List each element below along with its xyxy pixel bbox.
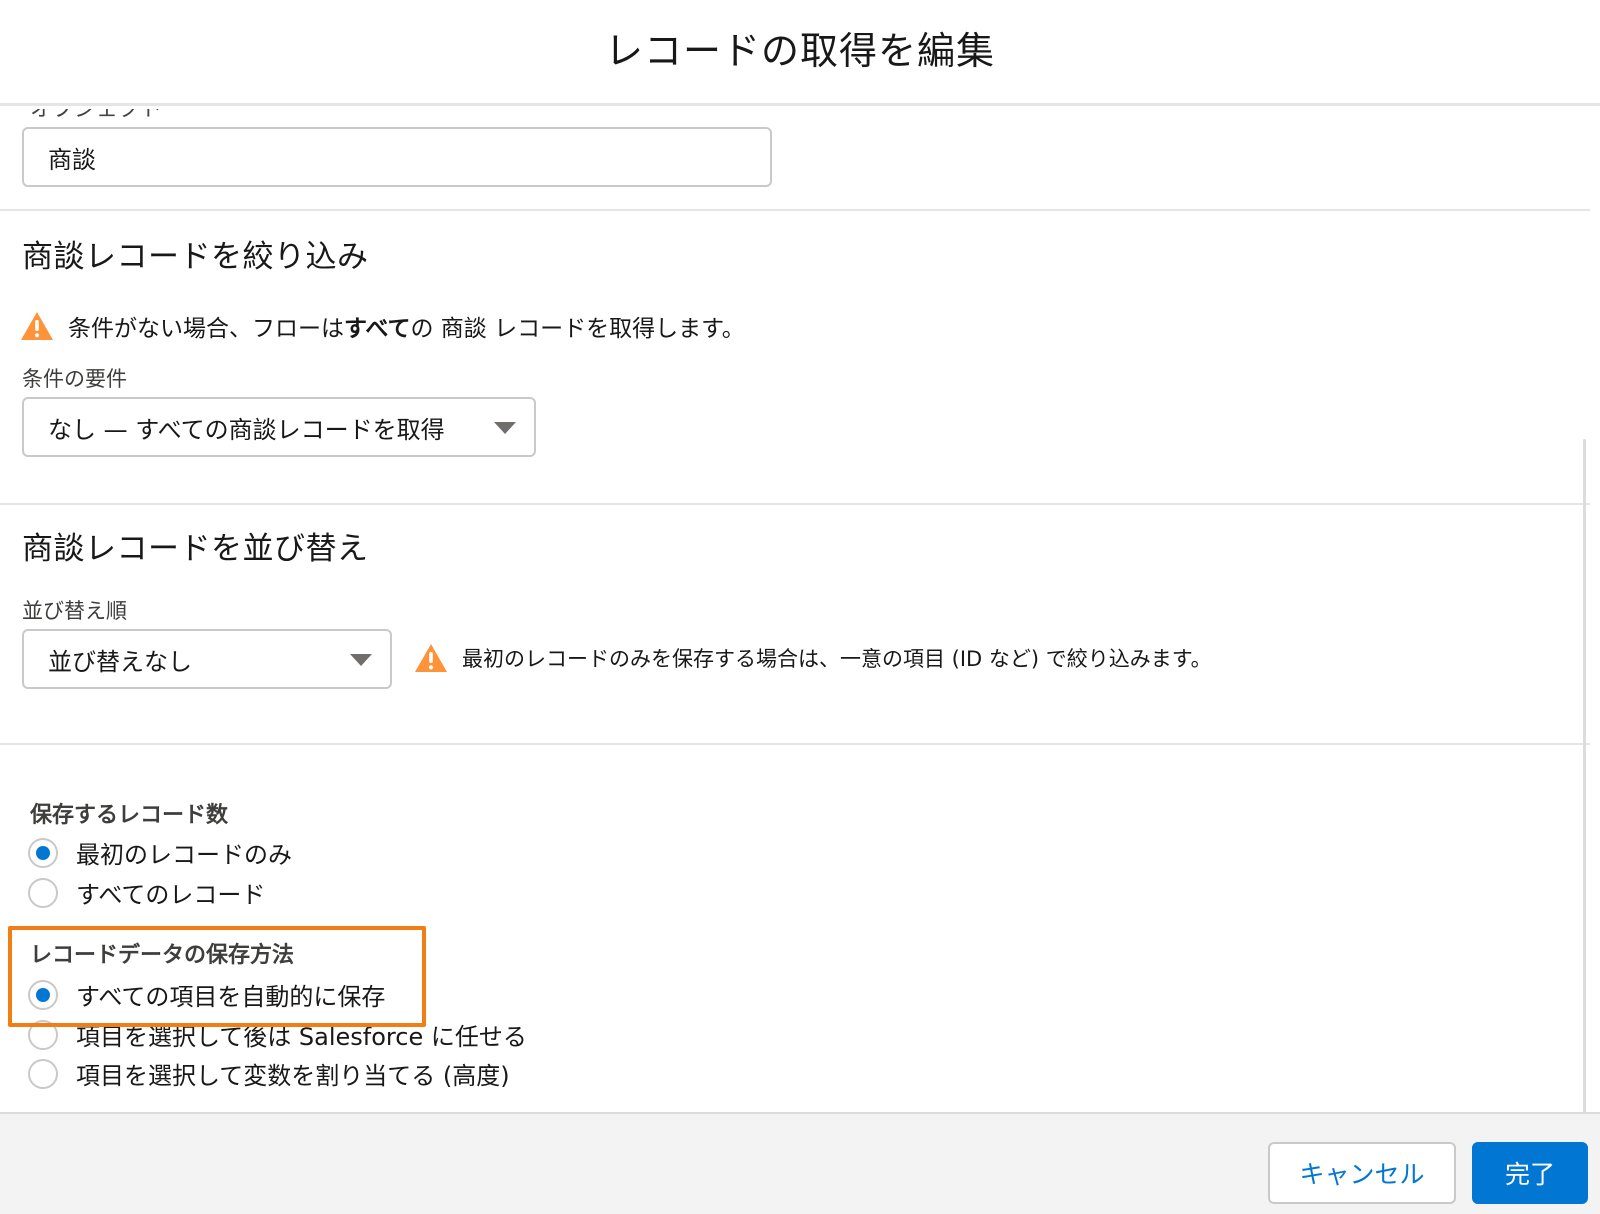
chevron-down-icon (494, 422, 516, 434)
radio-button[interactable] (28, 837, 58, 868)
cancel-button[interactable]: キャンセル (1268, 1142, 1456, 1204)
radio-label: 項目を選択して変数を割り当てる (高度) (76, 1062, 510, 1090)
object-value: 商談 (48, 145, 96, 174)
object-section: オブジェクト 商談 (0, 109, 1590, 211)
warning-icon (21, 312, 53, 340)
filter-warning-text-2: の 商談 レコードを取得します。 (410, 316, 745, 342)
filter-section: 商談レコードを絞り込み 条件がない場合、フローは すべての 商談 レコードを取得し… (0, 211, 1590, 505)
radio-label: すべてのレコード (76, 881, 266, 909)
scrollbar[interactable] (1583, 439, 1586, 1112)
sort-order-select[interactable]: 並び替えなし (22, 629, 392, 689)
modal-footer: キャンセル 完了 (0, 1112, 1600, 1214)
object-input[interactable]: 商談 (22, 127, 772, 187)
warning-icon (415, 644, 447, 672)
highlight-annotation (8, 926, 426, 1027)
condition-select[interactable]: なし — すべての商談レコードを取得 (22, 397, 536, 457)
sort-section-title: 商談レコードを並び替え (22, 531, 369, 567)
condition-value: なし — すべての商談レコードを取得 (48, 415, 445, 444)
record-count-label: 保存するレコード数 (30, 803, 229, 828)
filter-section-title: 商談レコードを絞り込み (22, 239, 369, 275)
filter-warning: 条件がない場合、フローは すべての 商談 レコードを取得します。 (20, 309, 745, 343)
radio-all-records[interactable]: すべてのレコード (28, 875, 265, 910)
radio-button[interactable] (28, 1058, 58, 1089)
sort-order-value: 並び替えなし (48, 647, 192, 676)
object-label: オブジェクト (30, 109, 163, 122)
radio-choose-fields-variables[interactable]: 項目を選択して変数を割り当てる (高度) (28, 1056, 510, 1091)
condition-label: 条件の要件 (22, 367, 127, 391)
sort-warning-text: 最初のレコードのみを保存する場合は、一意の項目 (ID など) で絞り込みます。 (462, 647, 1212, 671)
chevron-down-icon (350, 654, 372, 666)
sort-order-label: 並び替え順 (22, 599, 127, 623)
modal-title: レコードの取得を編集 (604, 29, 995, 73)
sort-warning: 最初のレコードのみを保存する場合は、一意の項目 (ID など) で絞り込みます。 (414, 643, 1212, 673)
modal-header: レコードの取得を編集 (0, 0, 1600, 106)
done-button[interactable]: 完了 (1472, 1142, 1588, 1204)
radio-first-record-only[interactable]: 最初のレコードのみ (28, 835, 292, 870)
radio-button[interactable] (28, 877, 58, 908)
filter-warning-text-1: 条件がない場合、フローは (68, 316, 344, 342)
filter-warning-bold: すべて (344, 316, 411, 342)
sort-section: 商談レコードを並び替え 並び替え順 並び替えなし 最初のレコードのみを保存する場… (0, 505, 1590, 745)
radio-label: 最初のレコードのみ (76, 841, 292, 869)
